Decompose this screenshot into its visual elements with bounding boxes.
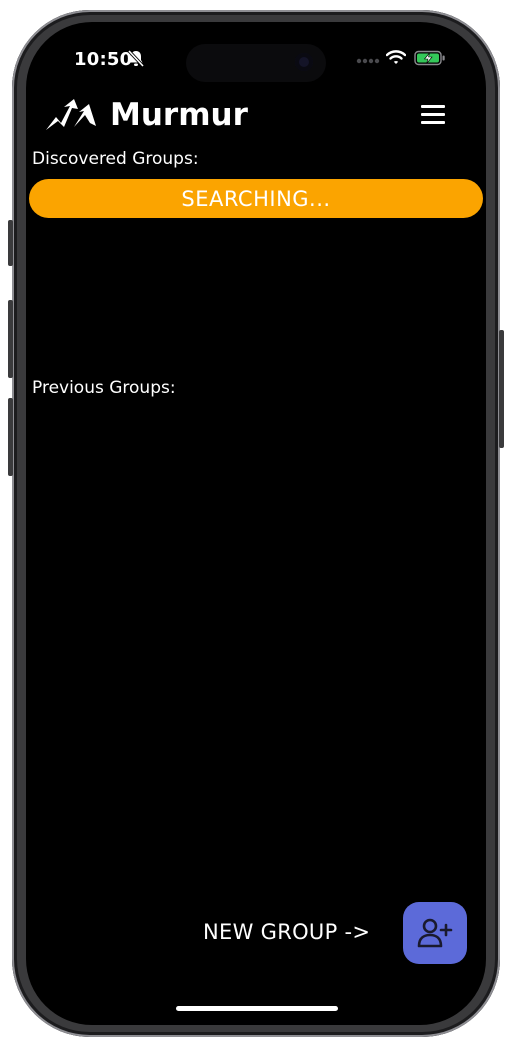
wifi-icon xyxy=(386,50,406,64)
action-button xyxy=(8,220,13,266)
menu-line xyxy=(421,113,445,116)
volume-down-button xyxy=(8,398,13,476)
battery-charging-icon xyxy=(414,50,445,66)
cellular-signal-icon xyxy=(356,58,380,64)
menu-line xyxy=(421,121,445,124)
murmur-birds-logo xyxy=(46,99,96,130)
discovered-groups-label: Discovered Groups: xyxy=(32,149,199,169)
new-group-label: NEW GROUP -> xyxy=(203,920,371,944)
previous-groups-label: Previous Groups: xyxy=(32,378,176,398)
searching-status-bar: SEARCHING... xyxy=(29,179,483,218)
bell-slash-icon xyxy=(127,49,145,68)
person-add-icon xyxy=(417,918,453,948)
front-camera xyxy=(295,53,313,71)
home-indicator[interactable] xyxy=(176,1006,338,1011)
new-group-button[interactable] xyxy=(403,902,467,964)
volume-up-button xyxy=(8,300,13,378)
menu-line xyxy=(421,105,445,108)
status-time: 10:50 xyxy=(74,49,133,70)
power-button xyxy=(499,330,504,448)
hamburger-menu-icon[interactable] xyxy=(418,102,448,128)
app-title: Murmur xyxy=(110,97,248,133)
app-screen: 10:50 Murmur Discovered Groups: SEARCHIN… xyxy=(26,22,486,1025)
